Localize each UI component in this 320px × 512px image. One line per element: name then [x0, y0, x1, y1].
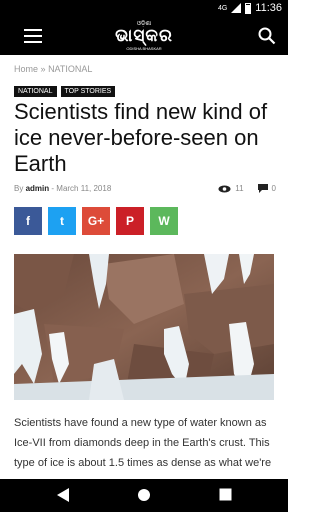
site-logo[interactable]: ଓଡ଼ିଶା ଭାସ୍କର ODISHA BHASKAR [104, 21, 184, 52]
battery-icon [245, 2, 252, 14]
pinterest-share-button[interactable]: P [116, 207, 144, 235]
comments-count[interactable]: 0 [257, 184, 276, 193]
network-label: 4G [217, 4, 228, 12]
article-meta: By admin - March 11, 2018 11 0 [14, 184, 276, 193]
article-image [14, 254, 274, 400]
eye-icon [218, 185, 231, 192]
article-title: Scientists find new kind of ice never-be… [14, 99, 268, 176]
pinterest-icon: P [125, 214, 134, 228]
recents-icon[interactable] [219, 488, 232, 501]
home-icon[interactable] [137, 488, 151, 502]
comment-icon [257, 184, 268, 193]
share-buttons: f t G+ P W [14, 207, 178, 235]
twitter-share-button[interactable]: t [48, 207, 76, 235]
tag-top-stories[interactable]: TOP STORIES [60, 86, 116, 97]
back-icon[interactable] [57, 488, 69, 502]
views-value: 11 [235, 184, 244, 193]
author-link[interactable]: admin [26, 184, 50, 193]
publish-date: March 11, 2018 [56, 184, 112, 193]
article-body: Scientists have found a new type of wate… [14, 417, 272, 469]
status-bar: 4G 11:36 [0, 0, 288, 18]
system-nav-bar [0, 479, 288, 512]
category-tags: NATIONAL TOP STORIES [14, 86, 116, 97]
status-icons: 4G 11:36 [218, 2, 282, 14]
comments-value: 0 [271, 184, 276, 193]
google-plus-icon: G+ [87, 214, 105, 228]
logo-tagline: ODISHA BHASKAR [126, 46, 162, 51]
facebook-share-button[interactable]: f [14, 207, 42, 235]
meta-dash: - [51, 184, 55, 193]
menu-icon[interactable] [24, 29, 42, 43]
whatsapp-share-button[interactable]: W [150, 207, 178, 235]
signal-icon [231, 3, 242, 13]
search-icon[interactable] [258, 27, 276, 45]
breadcrumb-home[interactable]: Home [14, 64, 38, 74]
clock: 11:36 [255, 2, 282, 14]
twitter-icon: t [60, 214, 64, 228]
google-plus-share-button[interactable]: G+ [82, 207, 110, 235]
tag-national[interactable]: NATIONAL [14, 86, 57, 97]
whatsapp-icon: W [158, 214, 170, 228]
facebook-icon: f [26, 214, 30, 228]
breadcrumb: Home » NATIONAL [14, 64, 92, 74]
logo-main: ଭାସ୍କର [115, 26, 173, 46]
breadcrumb-section[interactable]: NATIONAL [48, 64, 92, 74]
views-count: 11 [218, 184, 244, 193]
breadcrumb-separator: » [40, 64, 46, 74]
by-label: By [14, 184, 24, 193]
app-bar: ଓଡ଼ିଶା ଭାସ୍କର ODISHA BHASKAR [0, 18, 288, 55]
